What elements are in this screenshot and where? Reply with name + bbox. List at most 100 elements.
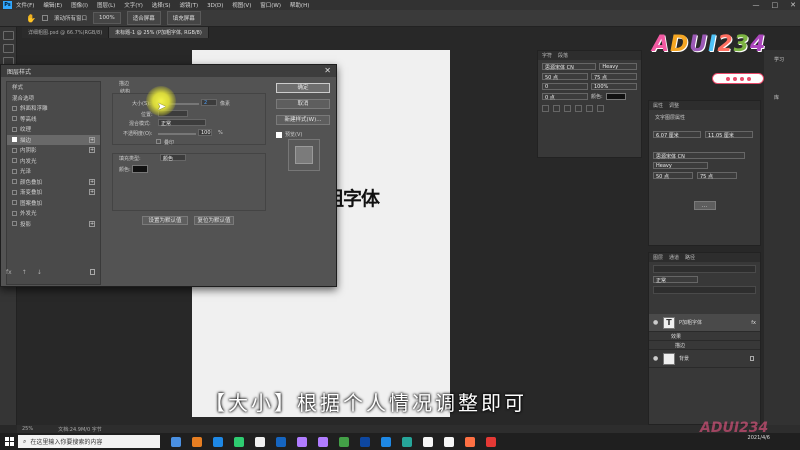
layer-stroke-effect-row[interactable]: 描边 bbox=[649, 341, 760, 350]
taskbar-app-icon[interactable] bbox=[339, 436, 349, 447]
checkbox[interactable] bbox=[12, 210, 17, 216]
fill-screen-button[interactable]: 填充屏幕 bbox=[166, 11, 201, 25]
scale-input[interactable]: 100% bbox=[591, 83, 637, 90]
style-item[interactable]: 内阴影 + bbox=[7, 145, 100, 156]
menu-select[interactable]: 选择(S) bbox=[152, 3, 171, 9]
faux-italic-icon[interactable] bbox=[553, 105, 560, 112]
scroll-all-checkbox[interactable] bbox=[41, 15, 48, 21]
style-item[interactable]: 外发光 bbox=[7, 208, 100, 219]
taskbar-app-icon[interactable] bbox=[465, 436, 475, 447]
taskbar-search-box[interactable]: ⌕ 在这里输入你要搜索的内容 bbox=[18, 435, 160, 448]
all-caps-icon[interactable] bbox=[564, 105, 571, 112]
add-style-icon[interactable]: + bbox=[89, 189, 95, 196]
doc-tab-2[interactable]: 未标题-1 @ 25% (P加粗字体, RGB/8) bbox=[109, 27, 209, 38]
tab-adjustments[interactable]: 调整 bbox=[669, 102, 679, 109]
set-default-button[interactable]: 设置为默认值 bbox=[142, 216, 188, 225]
taskbar-app-icon[interactable] bbox=[486, 436, 496, 447]
close-window-button[interactable]: ✕ bbox=[790, 1, 796, 9]
checkbox[interactable] bbox=[12, 158, 17, 164]
reset-default-button[interactable]: 复位为默认值 bbox=[194, 216, 234, 225]
doc-tab-1[interactable]: 详细粗图.psd @ 66.7%(RGB/8) bbox=[22, 27, 110, 38]
checkbox[interactable] bbox=[12, 105, 17, 111]
faux-bold-icon[interactable] bbox=[542, 105, 549, 112]
style-item[interactable]: 内发光 bbox=[7, 156, 100, 167]
subscript-icon[interactable] bbox=[597, 105, 604, 112]
font-family-select[interactable]: 思源宋体 CN bbox=[542, 63, 597, 71]
style-item[interactable]: 描边 + bbox=[7, 134, 100, 145]
move-down-icon[interactable]: ↓ bbox=[37, 269, 42, 276]
menu-type[interactable]: 文字(Y) bbox=[124, 3, 143, 9]
taskbar-app-icon[interactable] bbox=[213, 436, 223, 447]
props-weight-select[interactable]: Heavy bbox=[653, 162, 708, 169]
minimize-button[interactable]: — bbox=[753, 1, 760, 9]
style-item[interactable]: 纹理 bbox=[7, 124, 100, 135]
taskbar-app-icon[interactable] bbox=[444, 436, 454, 447]
zoom-100-button[interactable]: 100% bbox=[92, 12, 121, 24]
menu-file[interactable]: 文件(F) bbox=[16, 3, 34, 9]
width-input[interactable]: 6.07 厘米 bbox=[653, 131, 701, 139]
tab-layers[interactable]: 图层 bbox=[653, 254, 663, 261]
add-style-icon[interactable]: + bbox=[89, 178, 95, 185]
zoom-level[interactable]: 25% bbox=[22, 426, 33, 432]
superscript-icon[interactable] bbox=[586, 105, 593, 112]
add-style-icon[interactable]: + bbox=[89, 147, 95, 154]
tracking-input[interactable]: 0 bbox=[542, 83, 588, 90]
checkbox[interactable] bbox=[12, 189, 17, 195]
hand-tool-icon[interactable]: ✋ bbox=[26, 14, 36, 23]
style-item[interactable]: 光泽 bbox=[7, 166, 100, 177]
ok-button[interactable]: 确定 bbox=[276, 83, 330, 93]
char-color-swatch[interactable] bbox=[605, 93, 626, 100]
tab-character[interactable]: 字符 bbox=[542, 52, 552, 59]
style-item[interactable]: 投影 + bbox=[7, 219, 100, 230]
checkbox[interactable] bbox=[12, 179, 17, 185]
props-size-input[interactable]: 50 点 bbox=[653, 172, 693, 180]
layer-filter-row[interactable] bbox=[653, 265, 756, 273]
checkbox[interactable] bbox=[12, 116, 17, 122]
style-item[interactable]: 渐变叠加 + bbox=[7, 187, 100, 198]
checkbox[interactable] bbox=[12, 168, 17, 174]
checkbox[interactable] bbox=[12, 200, 17, 206]
menu-help[interactable]: 帮助(H) bbox=[290, 3, 309, 9]
maximize-button[interactable]: □ bbox=[772, 1, 779, 9]
lock-row[interactable] bbox=[653, 286, 756, 294]
baseline-input[interactable]: 0 点 bbox=[542, 93, 588, 101]
checkbox[interactable] bbox=[12, 147, 17, 153]
taskbar-app-icon[interactable] bbox=[297, 436, 307, 447]
library-panel-label[interactable]: 库 bbox=[774, 94, 779, 101]
taskbar-app-icon[interactable] bbox=[171, 436, 181, 447]
font-weight-select[interactable]: Heavy bbox=[599, 63, 637, 70]
move-up-icon[interactable]: ↑ bbox=[22, 269, 27, 276]
tab-channels[interactable]: 通道 bbox=[669, 254, 679, 261]
marquee-tool-icon[interactable] bbox=[2, 44, 14, 53]
blend-options-item[interactable]: 混合选项 bbox=[7, 93, 100, 104]
small-caps-icon[interactable] bbox=[575, 105, 582, 112]
blend-mode-dropdown[interactable]: 正常 bbox=[653, 276, 698, 284]
stroke-color-swatch[interactable] bbox=[132, 165, 148, 173]
preview-checkbox[interactable] bbox=[276, 131, 282, 138]
tab-paths[interactable]: 路径 bbox=[685, 254, 695, 261]
menu-window[interactable]: 窗口(W) bbox=[260, 3, 281, 9]
size-input[interactable]: 2 bbox=[201, 99, 217, 106]
layer-row-background[interactable]: ● 背景 bbox=[649, 350, 760, 368]
fit-screen-button[interactable]: 适合屏幕 bbox=[126, 11, 161, 25]
blend-mode-select[interactable]: 正常 bbox=[158, 119, 206, 127]
add-style-icon[interactable]: + bbox=[89, 136, 95, 143]
new-style-button[interactable]: 新建样式(W)... bbox=[276, 115, 330, 125]
visibility-eye-icon[interactable]: ● bbox=[653, 355, 659, 362]
taskbar-app-icon[interactable] bbox=[318, 436, 328, 447]
styles-header[interactable]: 样式 bbox=[7, 82, 100, 93]
fill-type-select[interactable]: 颜色 bbox=[160, 154, 186, 162]
trash-icon[interactable] bbox=[89, 269, 95, 275]
overprint-checkbox[interactable] bbox=[156, 139, 161, 144]
cancel-button[interactable]: 取消 bbox=[276, 99, 330, 109]
menu-3d[interactable]: 3D(D) bbox=[207, 3, 223, 9]
menu-layer[interactable]: 图层(L) bbox=[97, 3, 115, 9]
fx-badge[interactable]: fx bbox=[751, 320, 756, 326]
move-tool-icon[interactable] bbox=[2, 31, 14, 40]
tab-paragraph[interactable]: 段落 bbox=[558, 52, 568, 59]
menu-view[interactable]: 视图(V) bbox=[232, 3, 251, 9]
opacity-slider[interactable] bbox=[158, 133, 196, 135]
taskbar-app-icon[interactable] bbox=[192, 436, 202, 447]
menu-edit[interactable]: 编辑(E) bbox=[43, 3, 62, 9]
taskbar-app-icon[interactable] bbox=[255, 436, 265, 447]
